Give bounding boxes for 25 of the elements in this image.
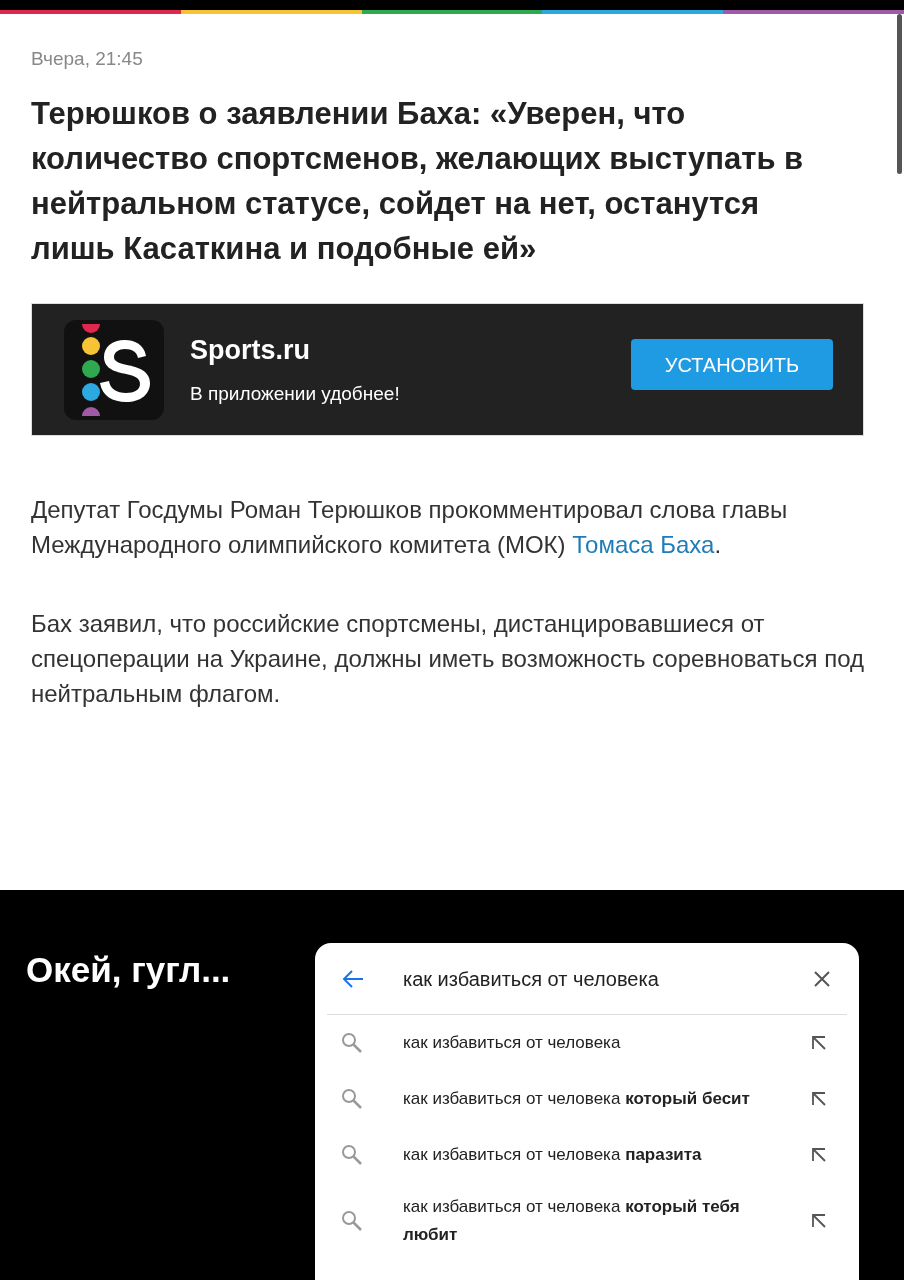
search-field[interactable]: как избавиться от человека	[403, 963, 813, 994]
caption-text: Окей, гугл...	[26, 950, 231, 990]
search-icon	[341, 1032, 363, 1054]
app-name: Sports.ru	[190, 334, 311, 365]
article-title: Терюшков о заявлении Баха: «Уверен, что количество спортсменов, желающих выступать в нейтральном статусе, сойдет на нет, останутся лишь Касаткина и подобные ей»	[31, 95, 805, 268]
arrow-up-left-icon[interactable]	[811, 1035, 827, 1051]
search-icon	[341, 1210, 363, 1232]
article-paragraph: Бах заявил, что российские спортсмены, дистанцировавшиеся от спецоперации на Украине, должны иметь возможность соревноваться под нейтральным флагом.	[31, 609, 865, 709]
search-icon	[341, 1088, 363, 1110]
back-arrow-icon[interactable]	[341, 968, 365, 989]
app-tagline: В приложении удобнее!	[190, 382, 401, 405]
scrollbar[interactable]	[897, 14, 902, 174]
arrow-up-left-icon[interactable]	[811, 1147, 827, 1163]
article-paragraph: Депутат Госдумы Роман Терюшков прокомментировал слова главы Международного олимпийского комитета (МОК) Томаса Баха.	[31, 495, 789, 560]
app-logo-icon	[64, 319, 164, 420]
search-icon	[341, 1144, 363, 1166]
article-link[interactable]: Томаса Баха	[572, 531, 715, 558]
search-suggestion[interactable]: как избавиться от человека	[403, 1029, 773, 1057]
arrow-up-left-icon[interactable]	[811, 1091, 827, 1107]
search-suggestion[interactable]: как избавиться от человека который тебя любит	[403, 1193, 773, 1249]
arrow-up-left-icon[interactable]	[811, 1213, 827, 1229]
close-icon[interactable]	[813, 969, 831, 988]
article-date: Вчера, 21:45	[31, 47, 144, 71]
search-suggestion[interactable]: как избавиться от человека который бесит	[403, 1085, 773, 1113]
search-suggestion[interactable]: как избавиться от человека паразита	[403, 1141, 773, 1169]
